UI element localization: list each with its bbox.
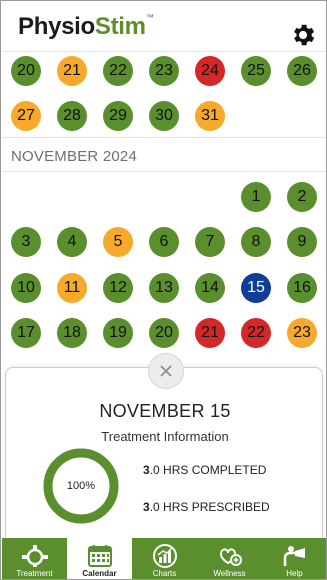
app-frame: PhysioStim™ 20 21 22 23 24 25 26 27 28 29 30 31 NOV… — [0, 0, 327, 580]
calendar-day-16[interactable]: 16 — [287, 273, 317, 303]
panel-date-title: NOVEMBER 15 — [99, 401, 231, 421]
month-divider-bottom — [2, 171, 326, 172]
hours-completed: 3.0 HRS COMPLETED — [143, 463, 266, 477]
hours-prescribed: 3.0 HRS PRESCRIBED — [143, 500, 270, 514]
tab-wellness-label: Wellness — [213, 569, 246, 578]
month-label: NOVEMBER 2024 — [11, 148, 137, 165]
calendar-day-22[interactable]: 22 — [103, 56, 133, 86]
calendar-day-10[interactable]: 10 — [11, 273, 41, 303]
calendar-day-26[interactable]: 26 — [287, 56, 317, 86]
calendar-day-30[interactable]: 30 — [149, 101, 179, 131]
calendar-day-25[interactable]: 25 — [241, 56, 271, 86]
logo-trademark: ™ — [145, 13, 154, 22]
calendar-day-21[interactable]: 21 — [195, 318, 225, 348]
calendar-day-28[interactable]: 28 — [57, 101, 87, 131]
calendar-day-27[interactable]: 27 — [11, 101, 41, 131]
app-header: PhysioStim™ — [2, 2, 326, 52]
calendar-icon — [87, 545, 112, 567]
logo-stim-text: Stim — [94, 13, 146, 40]
treatment-info-panel: NOVEMBER 15 Treatment Information 100% 3… — [5, 367, 323, 545]
calendar-day-29[interactable]: 29 — [103, 101, 133, 131]
calendar-day-2[interactable]: 2 — [287, 182, 317, 212]
completion-percent: 100% — [66, 480, 96, 492]
calendar-day-20[interactable]: 20 — [11, 56, 41, 86]
calendar-day-20[interactable]: 20 — [149, 318, 179, 348]
calendar-day-15[interactable]: 15 — [241, 273, 271, 303]
tab-treatment-label: Treatment — [16, 569, 53, 578]
calendar-day-31[interactable]: 31 — [195, 101, 225, 131]
hours-completed-label: .0 HRS COMPLETED — [149, 463, 267, 477]
calendar-day-1[interactable]: 1 — [241, 182, 271, 212]
gear-icon[interactable] — [289, 21, 317, 49]
hours-completed-number: 3 — [143, 463, 150, 477]
charts-icon — [152, 544, 177, 568]
bottom-tab-bar: Treatment Calendar Charts Wellness Help — [2, 538, 326, 579]
calendar-day-23[interactable]: 23 — [287, 318, 317, 348]
wellness-icon — [219, 548, 242, 566]
calendar-day-23[interactable]: 23 — [149, 56, 179, 86]
calendar-day-22[interactable]: 22 — [241, 318, 271, 348]
month-divider-top — [2, 137, 326, 138]
calendar-day-18[interactable]: 18 — [57, 318, 87, 348]
tab-charts[interactable]: Charts — [132, 538, 197, 579]
panel-subtitle: Treatment Information — [101, 429, 229, 444]
calendar-day-14[interactable]: 14 — [195, 273, 225, 303]
calendar-day-17[interactable]: 17 — [11, 318, 41, 348]
calendar-day-13[interactable]: 13 — [149, 273, 179, 303]
calendar-day-19[interactable]: 19 — [103, 318, 133, 348]
calendar-day-21[interactable]: 21 — [57, 56, 87, 86]
tab-calendar-label: Calendar — [82, 569, 117, 578]
treatment-icon — [21, 545, 48, 567]
calendar-day-8[interactable]: 8 — [241, 227, 271, 257]
logo-physio-text: Physio — [18, 13, 95, 40]
calendar-day-4[interactable]: 4 — [57, 227, 87, 257]
tab-help-label: Help — [286, 569, 303, 578]
tab-treatment[interactable]: Treatment — [2, 538, 67, 579]
tab-wellness[interactable]: Wellness — [197, 538, 262, 579]
tab-calendar[interactable]: Calendar — [67, 538, 132, 579]
close-panel-button[interactable] — [148, 353, 184, 389]
hours-prescribed-number: 3 — [143, 500, 150, 514]
calendar-day-9[interactable]: 9 — [287, 227, 317, 257]
hours-prescribed-label: .0 HRS PRESCRIBED — [149, 500, 270, 514]
tab-charts-label: Charts — [152, 569, 177, 578]
help-icon — [283, 546, 305, 566]
calendar-day-24[interactable]: 24 — [195, 56, 225, 86]
tab-help[interactable]: Help — [262, 538, 326, 579]
calendar-day-5[interactable]: 5 — [103, 227, 133, 257]
calendar-day-12[interactable]: 12 — [103, 273, 133, 303]
calendar-day-6[interactable]: 6 — [149, 227, 179, 257]
calendar-day-11[interactable]: 11 — [57, 273, 87, 303]
close-x-icon — [160, 365, 172, 377]
calendar-day-7[interactable]: 7 — [195, 227, 225, 257]
physiostim-logo: PhysioStim™ — [18, 13, 154, 41]
calendar-day-3[interactable]: 3 — [11, 227, 41, 257]
